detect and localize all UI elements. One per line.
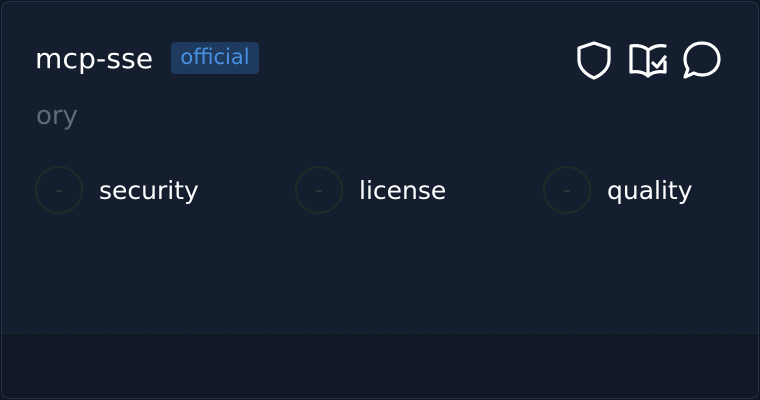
server-card[interactable]: mcp-sse official ory - security - licens… — [1, 1, 759, 399]
docs-button[interactable] — [628, 40, 668, 80]
security-label: security — [99, 175, 199, 205]
license-label: license — [359, 175, 447, 205]
shield-button[interactable] — [574, 40, 614, 80]
chat-bubble-icon — [683, 41, 721, 79]
card-header: mcp-sse official — [35, 40, 259, 76]
quality-score: - — [543, 166, 591, 214]
shield-icon — [577, 41, 611, 80]
chat-button[interactable] — [682, 40, 722, 80]
metric-license: - license — [295, 166, 446, 214]
license-score: - — [295, 166, 343, 214]
quality-label: quality — [607, 175, 693, 205]
card-footer — [2, 333, 758, 398]
security-score: - — [35, 166, 83, 214]
owner-name[interactable]: ory — [36, 101, 78, 131]
card-actions — [560, 40, 722, 80]
official-badge: official — [171, 42, 259, 74]
metric-quality: - quality — [543, 166, 693, 214]
book-check-icon — [629, 44, 667, 78]
server-name[interactable]: mcp-sse — [35, 42, 153, 75]
metric-security: - security — [35, 166, 199, 214]
